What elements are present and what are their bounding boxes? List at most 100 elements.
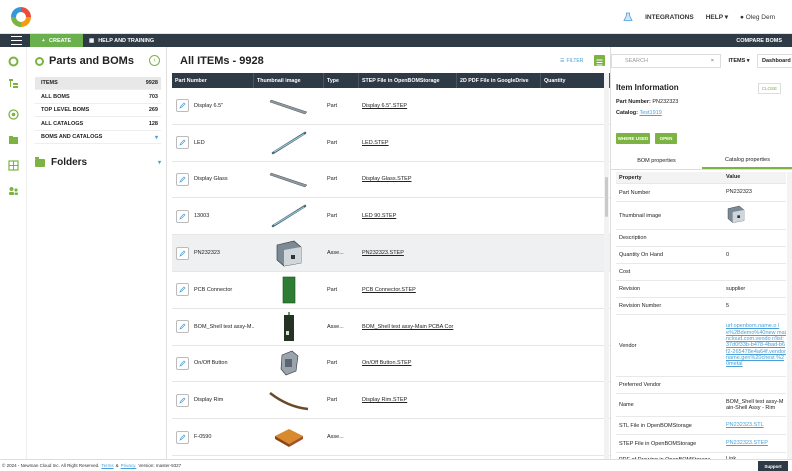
filter-button[interactable]: ☰ FILTER <box>560 58 583 64</box>
property-key: Preferred Vendor <box>619 382 661 388</box>
thumbnail-board[interactable] <box>254 276 324 304</box>
catalog-link[interactable]: Test1919 <box>639 110 661 116</box>
folders-section[interactable]: Folders ▾ <box>35 156 161 168</box>
close-icon[interactable]: × <box>711 58 714 64</box>
item-checkbox[interactable] <box>176 320 189 334</box>
user-menu[interactable]: ● Oleg Dem <box>740 14 792 21</box>
hierarchy-icon[interactable] <box>8 78 19 89</box>
item-checkbox[interactable] <box>176 99 189 113</box>
sidebar-item-count: 128 <box>148 120 158 127</box>
chevron-down-icon[interactable]: ▾ <box>158 159 161 166</box>
ring-icon[interactable] <box>8 56 19 67</box>
integrations-menu[interactable]: INTEGRATIONS <box>645 14 694 21</box>
item-checkbox[interactable] <box>176 430 189 444</box>
table-row[interactable]: 13003 Part LED 90.STEP <box>172 198 610 236</box>
property-key: Cost <box>619 269 631 275</box>
item-checkbox[interactable] <box>176 283 189 297</box>
items-dropdown[interactable]: ITEMS ▾ <box>721 54 757 68</box>
close-button[interactable]: CLOSE <box>757 83 781 94</box>
openbom-logo[interactable] <box>9 5 33 29</box>
item-checkbox[interactable] <box>176 393 189 407</box>
open-button[interactable]: OPEN <box>655 133 677 144</box>
grid-icon[interactable] <box>8 160 19 171</box>
create-button[interactable]: + CREATE <box>30 34 83 47</box>
value-header: Value <box>726 174 741 181</box>
table-row[interactable]: On/Off Button Part On/Off Button.STEP <box>172 346 610 383</box>
where-used-button[interactable]: WHERE USED <box>616 133 650 144</box>
thumbnail-rim[interactable] <box>254 389 324 411</box>
property-value[interactable]: PN232323.STEP <box>726 440 786 446</box>
thumbnail-rod[interactable] <box>254 131 324 155</box>
sidebar-item-items[interactable]: ITEMS 9928 <box>35 77 161 90</box>
item-checkbox[interactable] <box>176 209 189 223</box>
table-row[interactable]: F-0590 Asse... <box>172 419 610 456</box>
tab-bom-properties[interactable]: BOM properties <box>611 153 702 169</box>
privacy-link[interactable]: Privacy. <box>121 463 137 468</box>
step-file-link[interactable]: BOM_Shell test assy-Main PCBA Cor <box>362 324 453 330</box>
properties-scrollbar[interactable] <box>787 172 792 459</box>
column-header[interactable]: Quantity <box>541 73 610 88</box>
table-row[interactable]: LED Part LED.STEP <box>172 125 610 162</box>
dashboard-dropdown[interactable]: Dashboard ▾ <box>757 54 792 68</box>
flask-icon[interactable] <box>621 12 635 22</box>
users-icon[interactable] <box>8 185 19 196</box>
column-header[interactable]: Part Number <box>172 73 254 88</box>
step-file-link[interactable]: PCB Connector.STEP <box>362 287 416 293</box>
search-input[interactable]: SEARCH × <box>611 54 721 68</box>
step-file-link[interactable]: On/Off Button.STEP <box>362 360 411 366</box>
column-header[interactable]: 2D PDF File in GoogleDrive <box>457 73 541 88</box>
sidebar-item-boms-and-catalogs[interactable]: BOMS AND CATALOGS ▾ <box>35 131 161 144</box>
step-file-link[interactable]: PN232323.STEP <box>362 250 404 256</box>
part-number-cell: 13003 <box>172 209 254 223</box>
table-scrollbar[interactable] <box>604 73 609 459</box>
thumbnail-blade[interactable] <box>254 169 324 189</box>
folder-rail-icon[interactable] <box>8 134 19 145</box>
thumbnail-button[interactable] <box>254 349 324 377</box>
step-file-link[interactable]: Display Rim.STEP <box>362 397 407 403</box>
tab-catalog-properties[interactable]: Catalog properties <box>702 153 792 169</box>
property-value: 5 <box>726 302 730 309</box>
table-row[interactable]: Display 6.5" Part Display 6.5".STEP <box>172 88 610 125</box>
help-training-button[interactable]: ▦ HELP AND TRAINING <box>89 34 154 47</box>
step-file-cell: Display Rim.STEP <box>359 397 457 403</box>
collapse-panel-icon[interactable]: ‹ <box>149 55 160 66</box>
thumbnail-tray[interactable] <box>254 426 324 448</box>
thumbnail-box[interactable] <box>254 239 324 267</box>
property-value[interactable]: url:openbom.name.o le%2Bdemo%40new mainc… <box>726 323 786 367</box>
table-row[interactable]: BOM_Shell test assy-M... Asse... BOM_Shell… <box>172 309 610 346</box>
item-checkbox[interactable] <box>176 136 189 150</box>
item-checkbox[interactable] <box>176 246 189 260</box>
thumbnail-board2[interactable] <box>254 311 324 342</box>
item-checkbox[interactable] <box>176 172 189 186</box>
table-row[interactable]: PN232323 Asse... PN232323.STEP <box>172 235 610 272</box>
item-checkbox[interactable] <box>176 356 189 370</box>
property-row: Quantity On Hand 0 <box>616 247 786 264</box>
thumbnail-blade[interactable] <box>254 96 324 116</box>
step-file-link[interactable]: LED.STEP <box>362 140 389 146</box>
catalog-icon[interactable] <box>8 109 19 120</box>
property-row: STL File in OpenBOMStorage PN232323.STL <box>616 417 786 435</box>
step-file-link[interactable]: Display Glass.STEP <box>362 176 412 182</box>
table-row[interactable]: Display Glass Part Display Glass.STEP <box>172 162 610 199</box>
table-row[interactable]: Display Rim Part Display Rim.STEP <box>172 382 610 420</box>
list-view-icon[interactable] <box>594 55 605 66</box>
folders-label: Folders <box>51 157 88 168</box>
menu-icon[interactable] <box>11 36 22 45</box>
column-header[interactable]: STEP File in OpenBOMStorage <box>359 73 457 88</box>
column-header[interactable]: Type <box>324 73 359 88</box>
sidebar-item-top-level-boms[interactable]: TOP LEVEL BOMS 269 <box>35 104 161 117</box>
sidebar-item-all-boms[interactable]: ALL BOMS 703 <box>35 91 161 104</box>
column-header[interactable]: Thumbnail image <box>254 73 324 88</box>
support-button[interactable]: Support <box>758 461 788 471</box>
step-file-link[interactable]: LED 90.STEP <box>362 213 396 219</box>
table-row[interactable]: PCB Connector Part PCB Connector.STEP <box>172 272 610 309</box>
edit-icon <box>179 250 186 257</box>
sidebar-item-all-catalogs[interactable]: ALL CATALOGS 128 <box>35 118 161 131</box>
terms-link[interactable]: Terms <box>101 463 113 468</box>
step-file-link[interactable]: Display 6.5".STEP <box>362 103 407 109</box>
property-value[interactable]: PN232323.STL <box>726 422 786 428</box>
help-menu[interactable]: HELP ▾ <box>706 13 728 21</box>
thumbnail-rod[interactable] <box>254 204 324 228</box>
part-number-cell: LED <box>172 136 254 150</box>
compare-boms-button[interactable]: COMPARE BOMS <box>736 34 782 47</box>
